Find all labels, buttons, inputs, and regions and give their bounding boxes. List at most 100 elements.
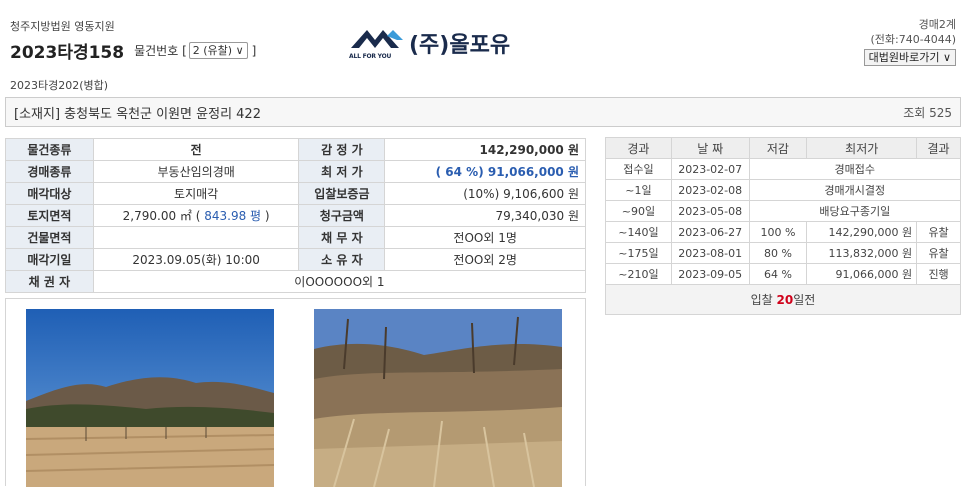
label-deposit: 입찰보증금 (298, 182, 386, 205)
cell-date: 2023-08-01 (670, 242, 750, 264)
cell-elapsed: ~210일 (605, 263, 672, 285)
col-rate: 저감 (748, 137, 808, 159)
cell-elapsed: ~175일 (605, 242, 672, 264)
col-min-price: 최저가 (806, 137, 918, 159)
label-debtor: 채 무 자 (298, 226, 386, 249)
case-number: 2023타경158 (10, 43, 125, 63)
cell-note: 배당요구종기일 (748, 200, 962, 222)
value-claim: 79,340,030 원 (384, 204, 586, 227)
logo-subtext: ALL FOR YOU (349, 53, 392, 60)
table-row: 매각대상 토지매각 입찰보증금 (10%) 9,106,600 원 (5, 182, 586, 205)
value-creditor: 이OOOOOO외 1 (92, 270, 587, 293)
photo-area (5, 298, 586, 487)
address-label: [소재지] 충청북도 옥천군 이원면 윤정리 422 (14, 106, 261, 122)
address-bar: [소재지] 충청북도 옥천군 이원면 윤정리 422 조회 525 (5, 97, 961, 127)
table-row: 접수일 2023-02-07 경매접수 (605, 158, 962, 180)
merged-case: 2023타경202(병합) (10, 79, 109, 92)
label-sale-date: 매각기일 (5, 248, 94, 271)
cell-elapsed: ~90일 (605, 200, 672, 222)
land-area-pyeong-link[interactable]: 843.98 평 (204, 209, 261, 223)
cell-result: 진행 (916, 263, 961, 285)
cell-note: 경매접수 (748, 158, 962, 180)
cell-rate: 100 % (748, 221, 808, 243)
value-sale-date: 2023.09.05(화) 10:00 (92, 248, 300, 271)
land-area-m2: 2,790.00 ㎡ ( (122, 209, 201, 223)
cell-elapsed: ~1일 (605, 179, 672, 201)
table-row: 토지면적 2,790.00 ㎡ ( 843.98 평 ) 청구금액 79,340… (5, 204, 586, 227)
label-appraisal: 감 정 가 (298, 138, 386, 161)
table-row: ~210일 2023-09-05 64 % 91,066,000 원 진행 (605, 263, 961, 285)
value-type: 전 (92, 138, 300, 161)
value-building-area (92, 226, 300, 249)
label-owner: 소 유 자 (298, 248, 386, 271)
court-name: 청주지방법원 영동지원 (10, 20, 115, 33)
bid-countdown-pre: 입찰 (750, 293, 777, 307)
col-date: 날 짜 (670, 137, 750, 159)
value-land-area: 2,790.00 ㎡ ( 843.98 평 ) (92, 204, 300, 227)
table-row: 경매종류 부동산임의경매 최 저 가 ( 64 %) 91,066,000 원 (5, 160, 586, 183)
bid-countdown-days: 20 (776, 293, 794, 307)
value-debtor: 전OO외 1명 (384, 226, 586, 249)
col-elapsed: 경과 (605, 137, 672, 159)
cell-price: 91,066,000 원 (806, 263, 918, 285)
value-target: 토지매각 (92, 182, 300, 205)
label-creditor: 채 권 자 (5, 270, 94, 293)
cell-result: 유찰 (916, 242, 961, 264)
table-row: ~1일 2023-02-08 경매개시결정 (605, 179, 962, 201)
value-auction-type: 부동산임의경매 (92, 160, 300, 183)
view-count: 조회 525 (903, 105, 952, 120)
table-row: 건물면적 채 무 자 전OO외 1명 (5, 226, 586, 249)
value-owner: 전OO외 2명 (384, 248, 586, 271)
label-claim: 청구금액 (298, 204, 386, 227)
cell-date: 2023-09-05 (670, 263, 750, 285)
table-row: 물건종류 전 감 정 가 142,290,000 원 (5, 138, 586, 161)
court-contact: 경매2계 (전화:740-4044) 대법원바로가기 ∨ (863, 17, 957, 66)
label-min-price: 최 저 가 (298, 160, 386, 183)
property-info-table: 물건종류 전 감 정 가 142,290,000 원 경매종류 부동산임의경매 … (5, 138, 587, 293)
auction-history-table: 경과 날 짜 저감 최저가 결과 접수일 2023-02-07 경매접수 ~1일… (605, 137, 962, 315)
item-number-select[interactable]: 2 (유찰) ∨ (188, 42, 248, 59)
table-row: 채 권 자 이OOOOOO외 1 (5, 270, 587, 293)
table-row: ~140일 2023-06-27 100 % 142,290,000 원 유찰 (605, 221, 961, 243)
value-deposit: (10%) 9,106,600 원 (384, 182, 586, 205)
cell-elapsed: ~140일 (605, 221, 672, 243)
supreme-court-link-button[interactable]: 대법원바로가기 ∨ (863, 49, 956, 66)
label-building-area: 건물면적 (5, 226, 94, 249)
bid-countdown-row: 입찰 20일전 (605, 284, 961, 315)
cell-price: 142,290,000 원 (806, 221, 918, 243)
label-type: 물건종류 (5, 138, 94, 161)
table-row: ~90일 2023-05-08 배당요구종기일 (605, 200, 962, 222)
cell-note: 경매개시결정 (748, 179, 962, 201)
case-header: 청주지방법원 영동지원 2023타경158 물건번호 [ 2 (유찰) ∨ ] (10, 18, 256, 63)
label-auction-type: 경매종류 (5, 160, 94, 183)
land-area-close: ) (264, 209, 270, 223)
cell-date: 2023-02-08 (670, 179, 750, 201)
cell-rate: 64 % (748, 263, 808, 285)
cell-elapsed: 접수일 (605, 158, 672, 180)
property-photo-1[interactable] (26, 309, 274, 487)
item-number-label: 물건번호 [ (134, 44, 187, 58)
company-logo: ALL FOR YOU (주)올포유 (349, 26, 510, 60)
item-number-close: ] (251, 43, 257, 58)
property-photo-2[interactable] (314, 309, 562, 487)
cell-date: 2023-02-07 (670, 158, 750, 180)
cell-price: 113,832,000 원 (806, 242, 918, 264)
label-target: 매각대상 (5, 182, 94, 205)
bid-countdown: 입찰 20일전 (605, 284, 961, 315)
value-appraisal: 142,290,000 원 (384, 138, 586, 161)
cell-rate: 80 % (748, 242, 808, 264)
bid-countdown-post: 일전 (793, 293, 816, 307)
table-row: ~175일 2023-08-01 80 % 113,832,000 원 유찰 (605, 242, 961, 264)
court-phone: (전화:740-4044) (870, 33, 957, 46)
court-dept: 경매2계 (918, 18, 956, 31)
logo-text: (주)올포유 (409, 33, 511, 58)
table-row: 매각기일 2023.09.05(화) 10:00 소 유 자 전OO외 2명 (5, 248, 586, 271)
value-min-price: ( 64 %) 91,066,000 원 (384, 160, 586, 183)
table-header-row: 경과 날 짜 저감 최저가 결과 (605, 137, 961, 159)
label-land-area: 토지면적 (5, 204, 94, 227)
cell-date: 2023-06-27 (670, 221, 750, 243)
cell-result: 유찰 (916, 221, 961, 243)
cell-date: 2023-05-08 (670, 200, 750, 222)
col-result: 결과 (916, 137, 961, 159)
logo-mountain-icon: ALL FOR YOU (349, 26, 405, 60)
